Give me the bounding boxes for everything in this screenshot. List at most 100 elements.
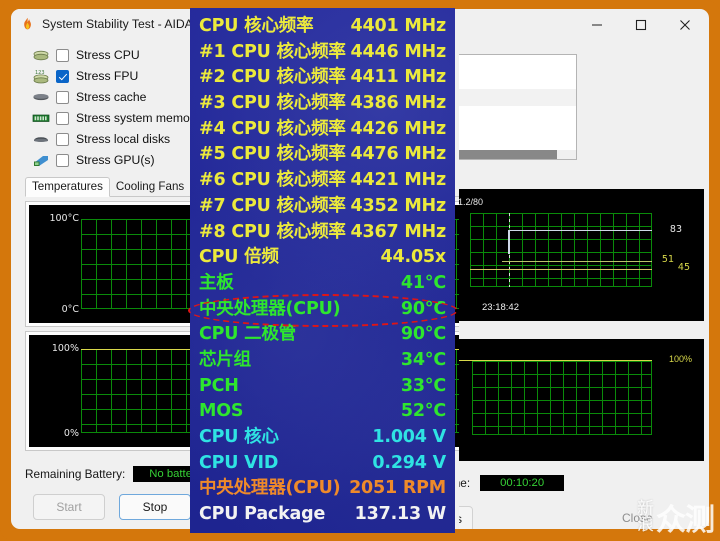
flame-icon <box>20 17 35 32</box>
osd-row: 主板 41°C <box>199 271 446 297</box>
osd-row: 芯片组 34°C <box>199 348 446 374</box>
gpu-icon <box>31 152 50 168</box>
osd-row-value: 4426 MHz <box>350 118 447 139</box>
osd-row-value: 34°C <box>400 349 446 370</box>
osd-row: #5 CPU 核心频率 4476 MHz <box>199 142 446 168</box>
sensor-list-box[interactable] <box>459 54 577 160</box>
cache-icon <box>31 89 50 105</box>
osd-row-key: #2 CPU 核心频率 <box>199 67 346 88</box>
stress-fpu-checkbox[interactable] <box>56 69 69 83</box>
elapsed-time-row: sed Time: 00:10:20 <box>459 475 565 491</box>
graph-series-green <box>502 261 652 262</box>
graph-value-label-45: 45 <box>677 262 690 273</box>
osd-row-value: 4411 MHz <box>350 67 447 88</box>
osd-row: CPU Package 137.13 W <box>199 502 446 528</box>
maximize-icon[interactable] <box>619 10 663 40</box>
graph-grid <box>472 361 652 435</box>
stress-option-label: Stress system memory <box>76 111 200 125</box>
osd-row: MOS 52°C <box>199 399 446 425</box>
osd-row-value: 4401 MHz <box>350 16 447 36</box>
preferences-button[interactable]: ences <box>459 506 474 529</box>
osd-row-key: CPU VID <box>199 452 279 473</box>
osd-row: CPU 核心频率 4401 MHz <box>199 14 446 40</box>
list-item[interactable] <box>459 106 576 123</box>
cpu-icon <box>31 47 50 63</box>
start-button[interactable]: Start <box>33 494 105 520</box>
osd-row-key: #6 CPU 核心频率 <box>199 170 346 191</box>
osd-row-key: #1 CPU 核心频率 <box>199 41 346 62</box>
osd-row: CPU 核心 1.004 V <box>199 425 446 451</box>
usage-axis-max-label: 100% <box>51 343 79 354</box>
osd-row-key: CPU 二极管 <box>199 324 297 345</box>
osd-row-value: 90°C <box>400 298 446 319</box>
osd-row-key: CPU Package <box>199 504 326 525</box>
osd-row-key: CPU 倍频 <box>199 247 279 268</box>
stress-cache-checkbox[interactable] <box>56 90 69 104</box>
osd-row-value: 41°C <box>400 272 446 293</box>
osd-row-key: #5 CPU 核心频率 <box>199 144 346 165</box>
stop-button[interactable]: Stop <box>119 494 191 520</box>
screenshot-root: System Stability Test - AIDA64 Stress CP… <box>0 0 720 541</box>
osd-row-key: 中央处理器(CPU) <box>199 478 341 499</box>
osd-row-value: 0.294 V <box>372 452 446 473</box>
osd-row-value: 2051 RPM <box>349 478 446 499</box>
temp-axis-max-label: 100°C <box>49 213 79 224</box>
graph-timestamp: 23:18:42 <box>482 302 519 313</box>
right-window-fragment: 1.2/80 83 51 45 23:18:42 100% sed Time: … <box>459 9 709 529</box>
osd-row-key: MOS <box>199 401 244 422</box>
stress-option-label: Stress cache <box>76 90 147 104</box>
tab-temperatures[interactable]: Temperatures <box>25 177 110 197</box>
stress-cpu-checkbox[interactable] <box>56 48 69 62</box>
osd-row: 中央处理器(CPU) 2051 RPM <box>199 476 446 502</box>
stress-gpu-checkbox[interactable] <box>56 153 69 167</box>
stress-option-label: Stress CPU <box>76 48 140 62</box>
list-item[interactable] <box>459 123 576 140</box>
window-title: System Stability Test - AIDA64 <box>42 17 207 31</box>
list-item[interactable] <box>459 72 576 89</box>
horizontal-scrollbar[interactable] <box>459 150 576 159</box>
disk-icon <box>31 131 50 147</box>
minimize-icon[interactable] <box>575 10 619 40</box>
osd-row-value: 44.05x <box>380 247 447 268</box>
stress-memory-checkbox[interactable] <box>56 111 69 125</box>
tab-cooling-fans[interactable]: Cooling Fans <box>110 178 190 196</box>
elapsed-time-value: 00:10:20 <box>480 475 565 491</box>
list-item[interactable] <box>459 55 576 72</box>
battery-label: Remaining Battery: <box>25 467 126 481</box>
right-temperature-graph: 1.2/80 83 51 45 23:18:42 <box>459 189 704 321</box>
osd-row-key: CPU 核心 <box>199 427 279 447</box>
osd-row-value: 4476 MHz <box>350 144 447 165</box>
osd-row-value: 52°C <box>400 401 446 422</box>
usage-axis-min-label: 0% <box>63 428 79 439</box>
osd-row: #3 CPU 核心频率 4386 MHz <box>199 91 446 117</box>
right-window-titlebar <box>459 9 709 41</box>
osd-row: #2 CPU 核心频率 4411 MHz <box>199 65 446 91</box>
osd-row-value: 4386 MHz <box>350 93 447 114</box>
osd-row-key: 主板 <box>199 272 234 293</box>
close-button[interactable]: Close <box>622 511 653 525</box>
graph-value-label-83: 83 <box>669 224 682 235</box>
osd-row-key: #3 CPU 核心频率 <box>199 93 346 114</box>
stress-disks-checkbox[interactable] <box>56 132 69 146</box>
osd-row-value: 33°C <box>400 375 446 396</box>
graph-series-yellow <box>470 269 652 270</box>
osd-row-value: 4367 MHz <box>350 221 447 242</box>
right-usage-graph: 100% <box>459 339 704 461</box>
memory-icon <box>31 110 50 126</box>
elapsed-time-label: sed Time: <box>459 476 471 490</box>
list-item[interactable] <box>459 89 576 106</box>
graph-series-white <box>508 230 652 254</box>
osd-row-key: #8 CPU 核心频率 <box>199 221 346 242</box>
osd-row-key: #4 CPU 核心频率 <box>199 118 346 139</box>
stress-option-label: Stress GPU(s) <box>76 153 155 167</box>
osd-row: CPU 倍频 44.05x <box>199 245 446 271</box>
close-icon[interactable] <box>663 10 707 40</box>
osd-row-key: 中央处理器(CPU) <box>199 298 341 319</box>
stress-option-label: Stress FPU <box>76 69 139 83</box>
graph-value-label-51: 51 <box>661 254 674 265</box>
osd-row-key: PCH <box>199 375 239 396</box>
osd-row-key: #7 CPU 核心频率 <box>199 195 346 216</box>
osd-row-value: 90°C <box>400 324 446 345</box>
graph-header-label: 1.2/80 <box>459 197 484 207</box>
osd-row: CPU 二极管 90°C <box>199 322 446 348</box>
